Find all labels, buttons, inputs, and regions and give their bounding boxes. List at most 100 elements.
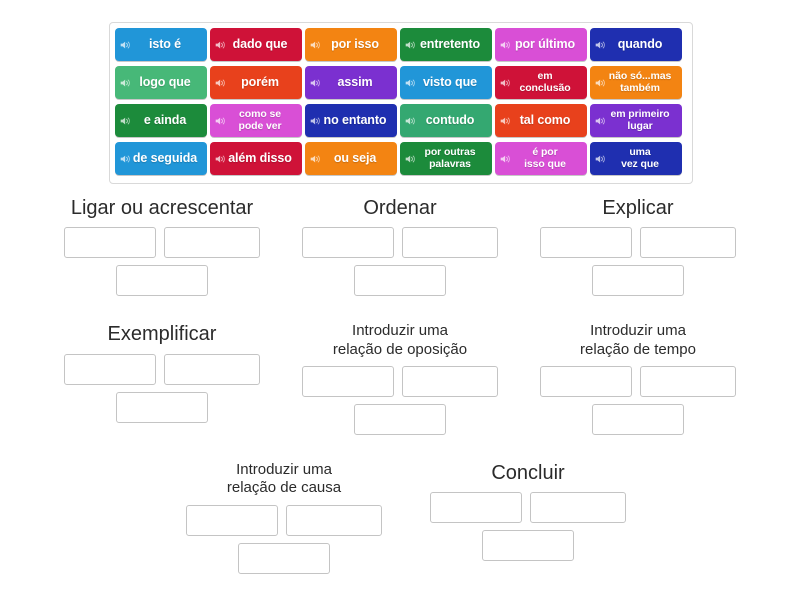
word-tile[interactable]: é por isso que — [495, 142, 587, 175]
drop-slot-row — [588, 265, 688, 297]
drop-slot[interactable] — [402, 365, 498, 397]
word-tile-label: ou seja — [333, 151, 377, 165]
word-tile-label: uma vez que — [621, 146, 659, 170]
word-tile-label: por outras palavras — [424, 146, 476, 170]
speaker-icon[interactable] — [120, 153, 131, 164]
word-tile-label: além disso — [228, 151, 292, 165]
speaker-icon[interactable] — [500, 77, 511, 88]
drop-slot[interactable] — [116, 391, 208, 423]
word-tile-label: no entanto — [323, 113, 387, 127]
word-tile[interactable]: em primeiro lugar — [590, 104, 682, 137]
drop-slot-row — [60, 227, 264, 259]
word-tile[interactable]: além disso — [210, 142, 302, 175]
category-title: Ordenar — [363, 197, 437, 219]
word-tile[interactable]: quando — [590, 28, 682, 61]
drop-slot-row — [182, 504, 386, 536]
word-tile[interactable]: não só...mas também — [590, 66, 682, 99]
word-tile[interactable]: porém — [210, 66, 302, 99]
drop-slot[interactable] — [186, 504, 278, 536]
word-tile[interactable]: uma vez que — [590, 142, 682, 175]
drop-slot[interactable] — [354, 403, 446, 435]
speaker-icon[interactable] — [310, 77, 321, 88]
word-tile-label: em conclusão — [519, 70, 571, 94]
word-tile[interactable]: tal como — [495, 104, 587, 137]
drop-slot[interactable] — [164, 227, 260, 259]
word-tile[interactable]: dado que — [210, 28, 302, 61]
word-tile-label: dado que — [232, 37, 288, 51]
drop-slot[interactable] — [402, 227, 498, 259]
speaker-icon[interactable] — [595, 39, 606, 50]
word-tile[interactable]: visto que — [400, 66, 492, 99]
speaker-icon[interactable] — [215, 153, 226, 164]
speaker-icon[interactable] — [215, 77, 226, 88]
drop-slot[interactable] — [540, 227, 632, 259]
drop-slot[interactable] — [640, 227, 736, 259]
drop-slot[interactable] — [592, 403, 684, 435]
word-tile[interactable]: e ainda — [115, 104, 207, 137]
category-group: Explicar — [536, 196, 740, 297]
drop-slot-row — [536, 365, 740, 397]
speaker-icon[interactable] — [500, 115, 511, 126]
drop-slot[interactable] — [64, 227, 156, 259]
word-tile[interactable]: de seguida — [115, 142, 207, 175]
drop-slot-row — [298, 227, 502, 259]
speaker-icon[interactable] — [595, 115, 606, 126]
word-tile[interactable]: assim — [305, 66, 397, 99]
word-tile-label: por último — [514, 37, 576, 51]
drop-slot-row — [234, 542, 334, 574]
drop-slot[interactable] — [482, 530, 574, 562]
category-group: Ligar ou acrescentar — [60, 196, 264, 297]
speaker-icon[interactable] — [595, 77, 606, 88]
speaker-icon[interactable] — [595, 153, 606, 164]
word-tile[interactable]: como se pode ver — [210, 104, 302, 137]
drop-slot[interactable] — [430, 492, 522, 524]
drop-slot[interactable] — [286, 504, 382, 536]
drop-slot[interactable] — [116, 265, 208, 297]
word-tile-label: é por isso que — [524, 146, 566, 170]
speaker-icon[interactable] — [310, 115, 321, 126]
word-tile[interactable]: ou seja — [305, 142, 397, 175]
drop-slot[interactable] — [640, 365, 736, 397]
speaker-icon[interactable] — [405, 77, 416, 88]
speaker-icon[interactable] — [120, 115, 131, 126]
category-title: Exemplificar — [107, 323, 217, 346]
word-tile-tray: isto é dado que por isso entretento por últi… — [109, 22, 693, 184]
drop-slot[interactable] — [64, 353, 156, 385]
category-group: Concluir — [426, 461, 630, 574]
drop-slot[interactable] — [164, 353, 260, 385]
word-tile-label: logo que — [139, 75, 191, 89]
category-group: Ordenar — [298, 196, 502, 297]
speaker-icon[interactable] — [310, 39, 321, 50]
word-tile[interactable]: isto é — [115, 28, 207, 61]
drop-slot-row — [478, 530, 578, 562]
word-tile[interactable]: por último — [495, 28, 587, 61]
drop-slot[interactable] — [530, 492, 626, 524]
drop-slot[interactable] — [540, 365, 632, 397]
speaker-icon[interactable] — [405, 39, 416, 50]
word-tile-label: porém — [241, 75, 279, 89]
drop-slot[interactable] — [238, 542, 330, 574]
speaker-icon[interactable] — [120, 77, 131, 88]
word-tile[interactable]: por outras palavras — [400, 142, 492, 175]
word-tile[interactable]: contudo — [400, 104, 492, 137]
word-tile-label: por isso — [331, 37, 379, 51]
drop-slot[interactable] — [354, 265, 446, 297]
word-tile[interactable]: por isso — [305, 28, 397, 61]
speaker-icon[interactable] — [405, 153, 416, 164]
drop-slot[interactable] — [592, 265, 684, 297]
word-tile-label: não só...mas também — [608, 70, 672, 94]
drop-slot[interactable] — [302, 365, 394, 397]
speaker-icon[interactable] — [215, 39, 226, 50]
speaker-icon[interactable] — [215, 115, 226, 126]
speaker-icon[interactable] — [500, 153, 511, 164]
word-tile[interactable]: entretento — [400, 28, 492, 61]
speaker-icon[interactable] — [120, 39, 131, 50]
word-tile[interactable]: no entanto — [305, 104, 397, 137]
speaker-icon[interactable] — [500, 39, 511, 50]
word-tile-label: entretento — [419, 37, 481, 51]
speaker-icon[interactable] — [405, 115, 416, 126]
speaker-icon[interactable] — [310, 153, 321, 164]
drop-slot[interactable] — [302, 227, 394, 259]
word-tile[interactable]: em conclusão — [495, 66, 587, 99]
word-tile[interactable]: logo que — [115, 66, 207, 99]
